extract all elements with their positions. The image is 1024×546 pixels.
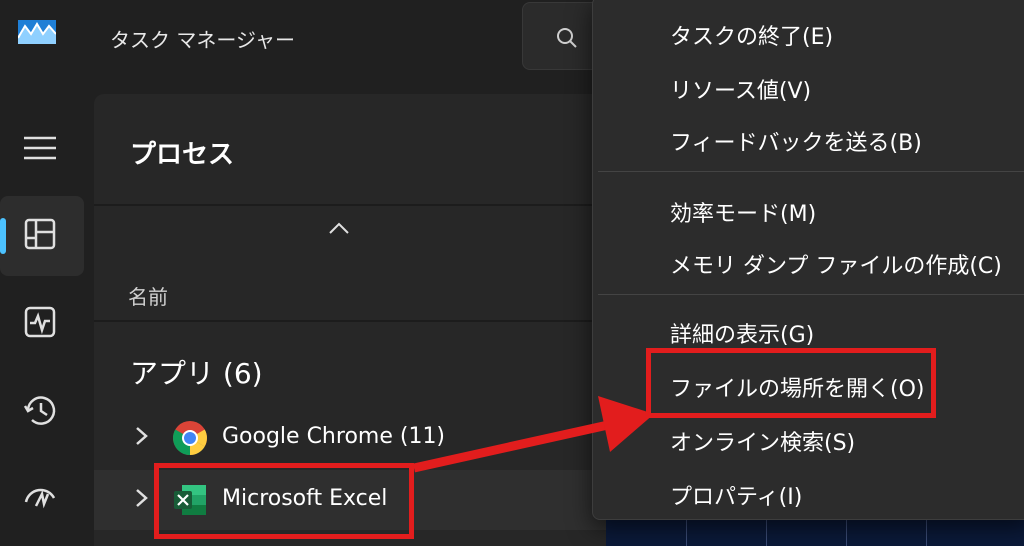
annotation-arrow-icon: [413, 396, 654, 473]
